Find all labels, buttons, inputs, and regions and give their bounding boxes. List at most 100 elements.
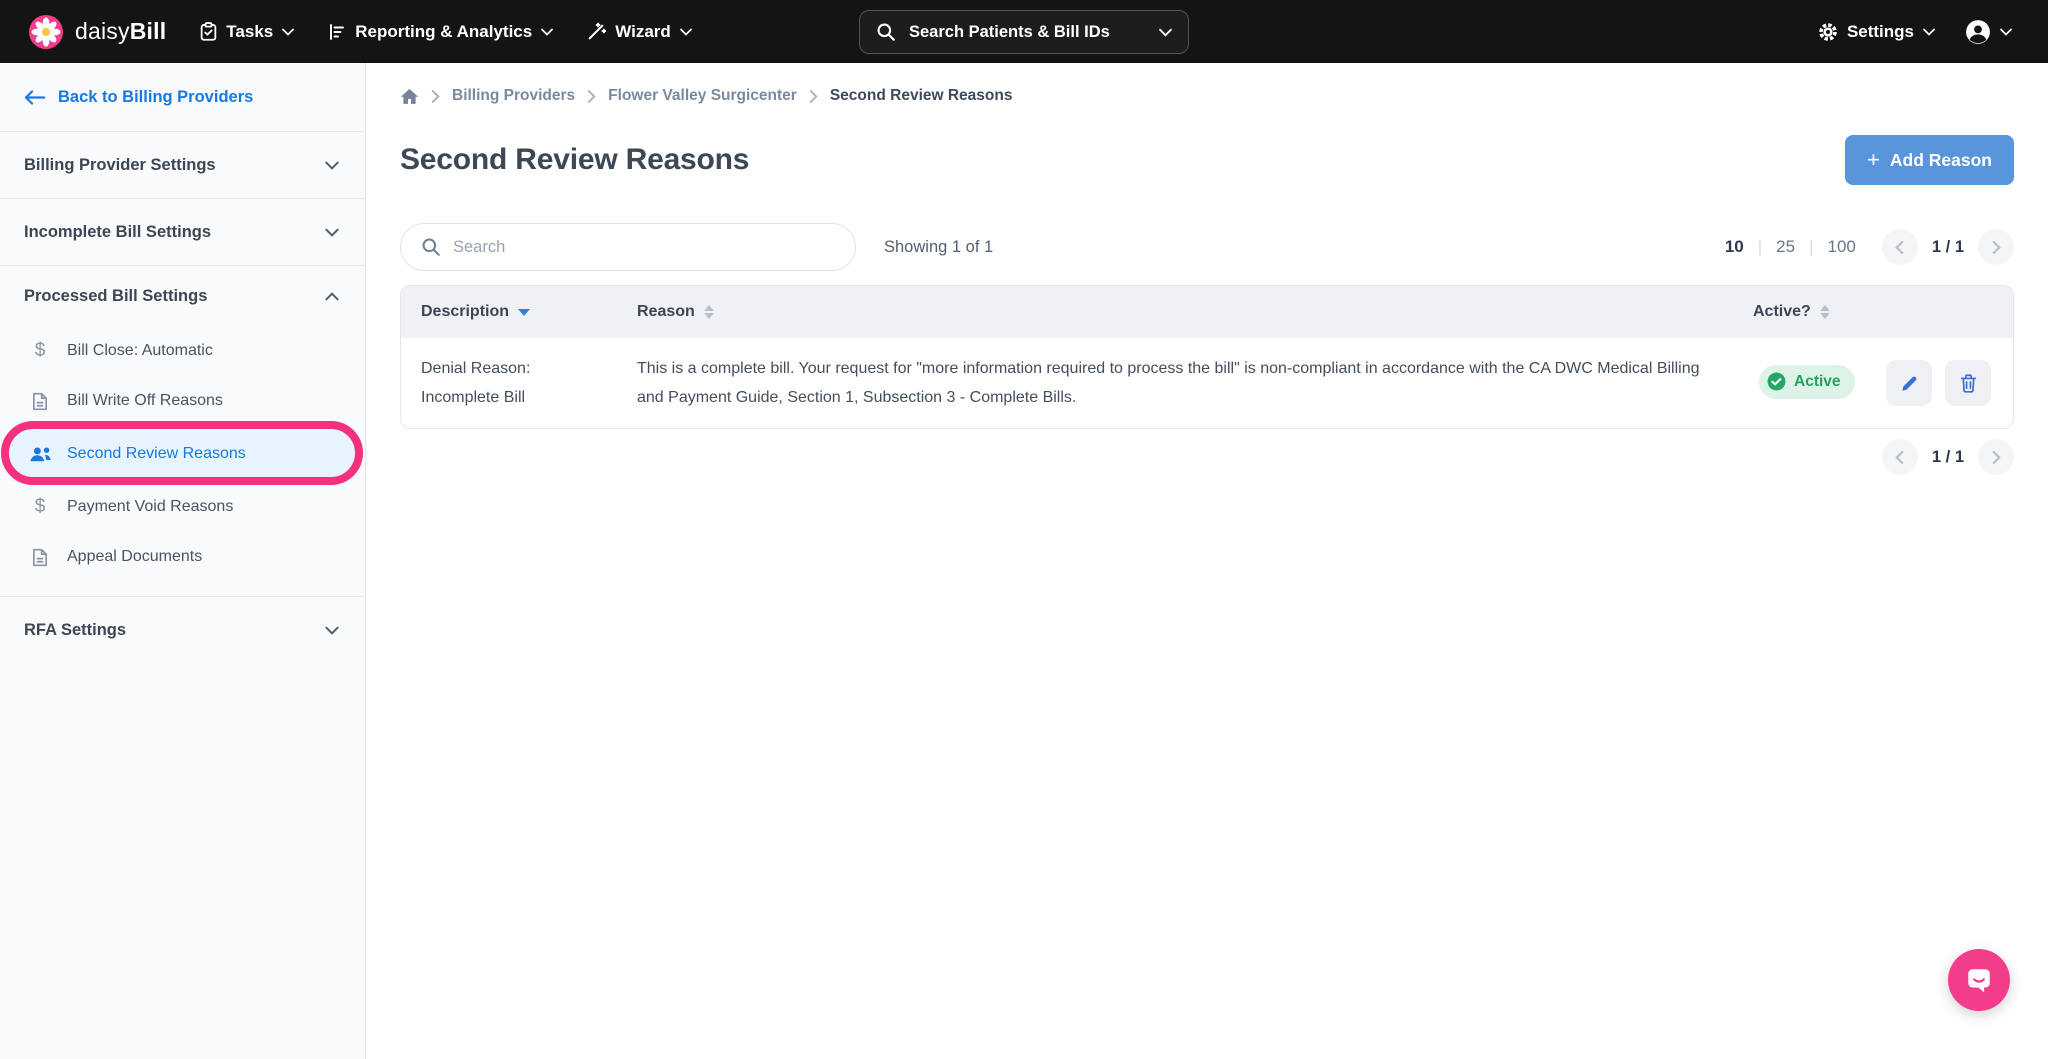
sidebar-item-label: Bill Write Off Reasons (67, 392, 223, 410)
chevron-down-icon (325, 161, 339, 170)
add-reason-button[interactable]: + Add Reason (1845, 135, 2014, 185)
chevron-right-icon (1992, 241, 2001, 254)
sidebar-item-payment-void-reasons[interactable]: $ Payment Void Reasons (0, 482, 365, 532)
bottom-pager-prev-button[interactable] (1882, 439, 1918, 475)
brand-name: daisyBill (75, 18, 166, 45)
people-icon (28, 446, 52, 463)
breadcrumb-item-billing-providers[interactable]: Billing Providers (452, 87, 575, 105)
back-to-billing-providers-link[interactable]: Back to Billing Providers (0, 63, 365, 131)
sidebar-item-label: Appeal Documents (67, 548, 202, 566)
account-menu[interactable] (1965, 19, 2012, 45)
sidebar-section-billing-provider-settings[interactable]: Billing Provider Settings (0, 132, 365, 198)
add-reason-label: Add Reason (1890, 150, 1992, 171)
sidebar-item-label: Bill Close: Automatic (67, 342, 213, 360)
check-circle-icon (1767, 372, 1786, 391)
nav-menu-label: Tasks (226, 22, 273, 42)
sidebar-item-label: Second Review Reasons (67, 445, 246, 463)
sidebar-item-second-review-reasons[interactable]: Second Review Reasons (8, 426, 357, 482)
section-label: Incomplete Bill Settings (24, 223, 211, 242)
table-row: Denial Reason: Incomplete Bill This is a… (401, 338, 2013, 428)
pager-next-button[interactable] (1978, 229, 2014, 265)
breadcrumb-current: Second Review Reasons (830, 87, 1013, 105)
nav-menu-label: Settings (1847, 22, 1914, 42)
app-window: daisyBill Tasks Reporting & Analytics (0, 0, 2048, 1059)
search-input[interactable] (453, 238, 835, 257)
trash-icon (1960, 374, 1977, 393)
chevron-up-icon (325, 292, 339, 301)
reasons-table: Description Reason Active? Denial Reason… (400, 285, 2014, 429)
column-header-reason[interactable]: Reason (637, 303, 1753, 321)
dollar-icon: $ (28, 340, 52, 362)
chevron-right-icon (431, 90, 440, 103)
bottom-pager: 1 / 1 (1882, 439, 2014, 475)
nav-menu-tasks[interactable]: Tasks (200, 22, 294, 42)
status-badge: Active (1759, 365, 1855, 399)
bottom-pager-label: 1 / 1 (1932, 448, 1964, 467)
pager-label: 1 / 1 (1932, 238, 1964, 257)
sidebar-item-appeal-documents[interactable]: Appeal Documents (0, 532, 365, 582)
document-icon (28, 392, 52, 411)
page-size-25[interactable]: 25 (1776, 237, 1795, 257)
document-icon (28, 548, 52, 567)
sidebar-section-rfa-settings[interactable]: RFA Settings (0, 597, 365, 663)
daisybill-logo[interactable]: daisyBill (28, 14, 166, 50)
showing-count-text: Showing 1 of 1 (884, 238, 993, 257)
nav-menu-wizard[interactable]: Wizard (587, 22, 692, 42)
top-navbar: daisyBill Tasks Reporting & Analytics (0, 0, 2048, 63)
nav-menu-label: Reporting & Analytics (355, 22, 532, 42)
page-title: Second Review Reasons (400, 143, 749, 177)
home-icon[interactable] (400, 88, 419, 105)
user-avatar-icon (1965, 19, 1991, 45)
chat-launcher-button[interactable] (1948, 949, 2010, 1011)
table-header-row: Description Reason Active? (401, 286, 2013, 338)
sidebar-section-processed-bill-settings[interactable]: Processed Bill Settings (0, 266, 365, 326)
sidebar-section-incomplete-bill-settings[interactable]: Incomplete Bill Settings (0, 199, 365, 265)
section-label: Processed Bill Settings (24, 287, 207, 306)
arrow-left-icon (24, 90, 45, 105)
nav-menu-settings[interactable]: Settings (1818, 22, 1935, 42)
chat-bubble-icon (1964, 965, 1994, 995)
chevron-down-icon (282, 28, 294, 36)
report-chart-icon (328, 23, 346, 41)
column-header-label: Reason (637, 303, 695, 321)
chevron-down-icon (325, 626, 339, 635)
bottom-pager-next-button[interactable] (1978, 439, 2014, 475)
reason-cell: This is a complete bill. Your request fo… (637, 354, 1753, 412)
sidebar-item-bill-write-off-reasons[interactable]: Bill Write Off Reasons (0, 376, 365, 426)
page-size-10[interactable]: 10 (1725, 237, 1744, 257)
clipboard-icon (200, 22, 217, 41)
search-icon (876, 22, 896, 42)
sidebar-item-label: Payment Void Reasons (67, 498, 233, 516)
magic-wand-icon (587, 22, 606, 41)
nav-menu-label: Wizard (615, 22, 671, 42)
chevron-down-icon (1923, 28, 1935, 36)
global-search-label: Search Patients & Bill IDs (909, 23, 1146, 42)
pager-prev-button[interactable] (1882, 229, 1918, 265)
delete-reason-button[interactable] (1945, 360, 1991, 406)
edit-reason-button[interactable] (1886, 360, 1932, 406)
description-cell: Denial Reason: Incomplete Bill (401, 354, 637, 412)
sort-icon (1820, 305, 1830, 319)
search-icon (421, 237, 441, 257)
breadcrumb-item-flower-valley-surgicenter[interactable]: Flower Valley Surgicenter (608, 87, 797, 105)
column-header-active[interactable]: Active? (1753, 303, 1881, 321)
dollar-icon: $ (28, 496, 52, 518)
sidebar-item-bill-close-automatic[interactable]: $ Bill Close: Automatic (0, 326, 365, 376)
divider: | (1809, 237, 1813, 257)
chevron-left-icon (1895, 451, 1904, 464)
table-search-field (400, 223, 856, 271)
actions-cell (1881, 360, 2013, 406)
section-label: Billing Provider Settings (24, 156, 216, 175)
chevron-down-icon (680, 28, 692, 36)
section-label: RFA Settings (24, 621, 126, 640)
chevron-down-icon (325, 228, 339, 237)
page-size-100[interactable]: 100 (1828, 237, 1856, 257)
chevron-right-icon (587, 90, 596, 103)
pencil-icon (1900, 374, 1919, 393)
nav-menu-reporting-analytics[interactable]: Reporting & Analytics (328, 22, 553, 42)
global-search-button[interactable]: Search Patients & Bill IDs (859, 10, 1189, 54)
status-cell: Active (1753, 365, 1881, 402)
chevron-down-icon (1159, 28, 1172, 37)
divider: | (1758, 237, 1762, 257)
column-header-description[interactable]: Description (401, 303, 637, 321)
